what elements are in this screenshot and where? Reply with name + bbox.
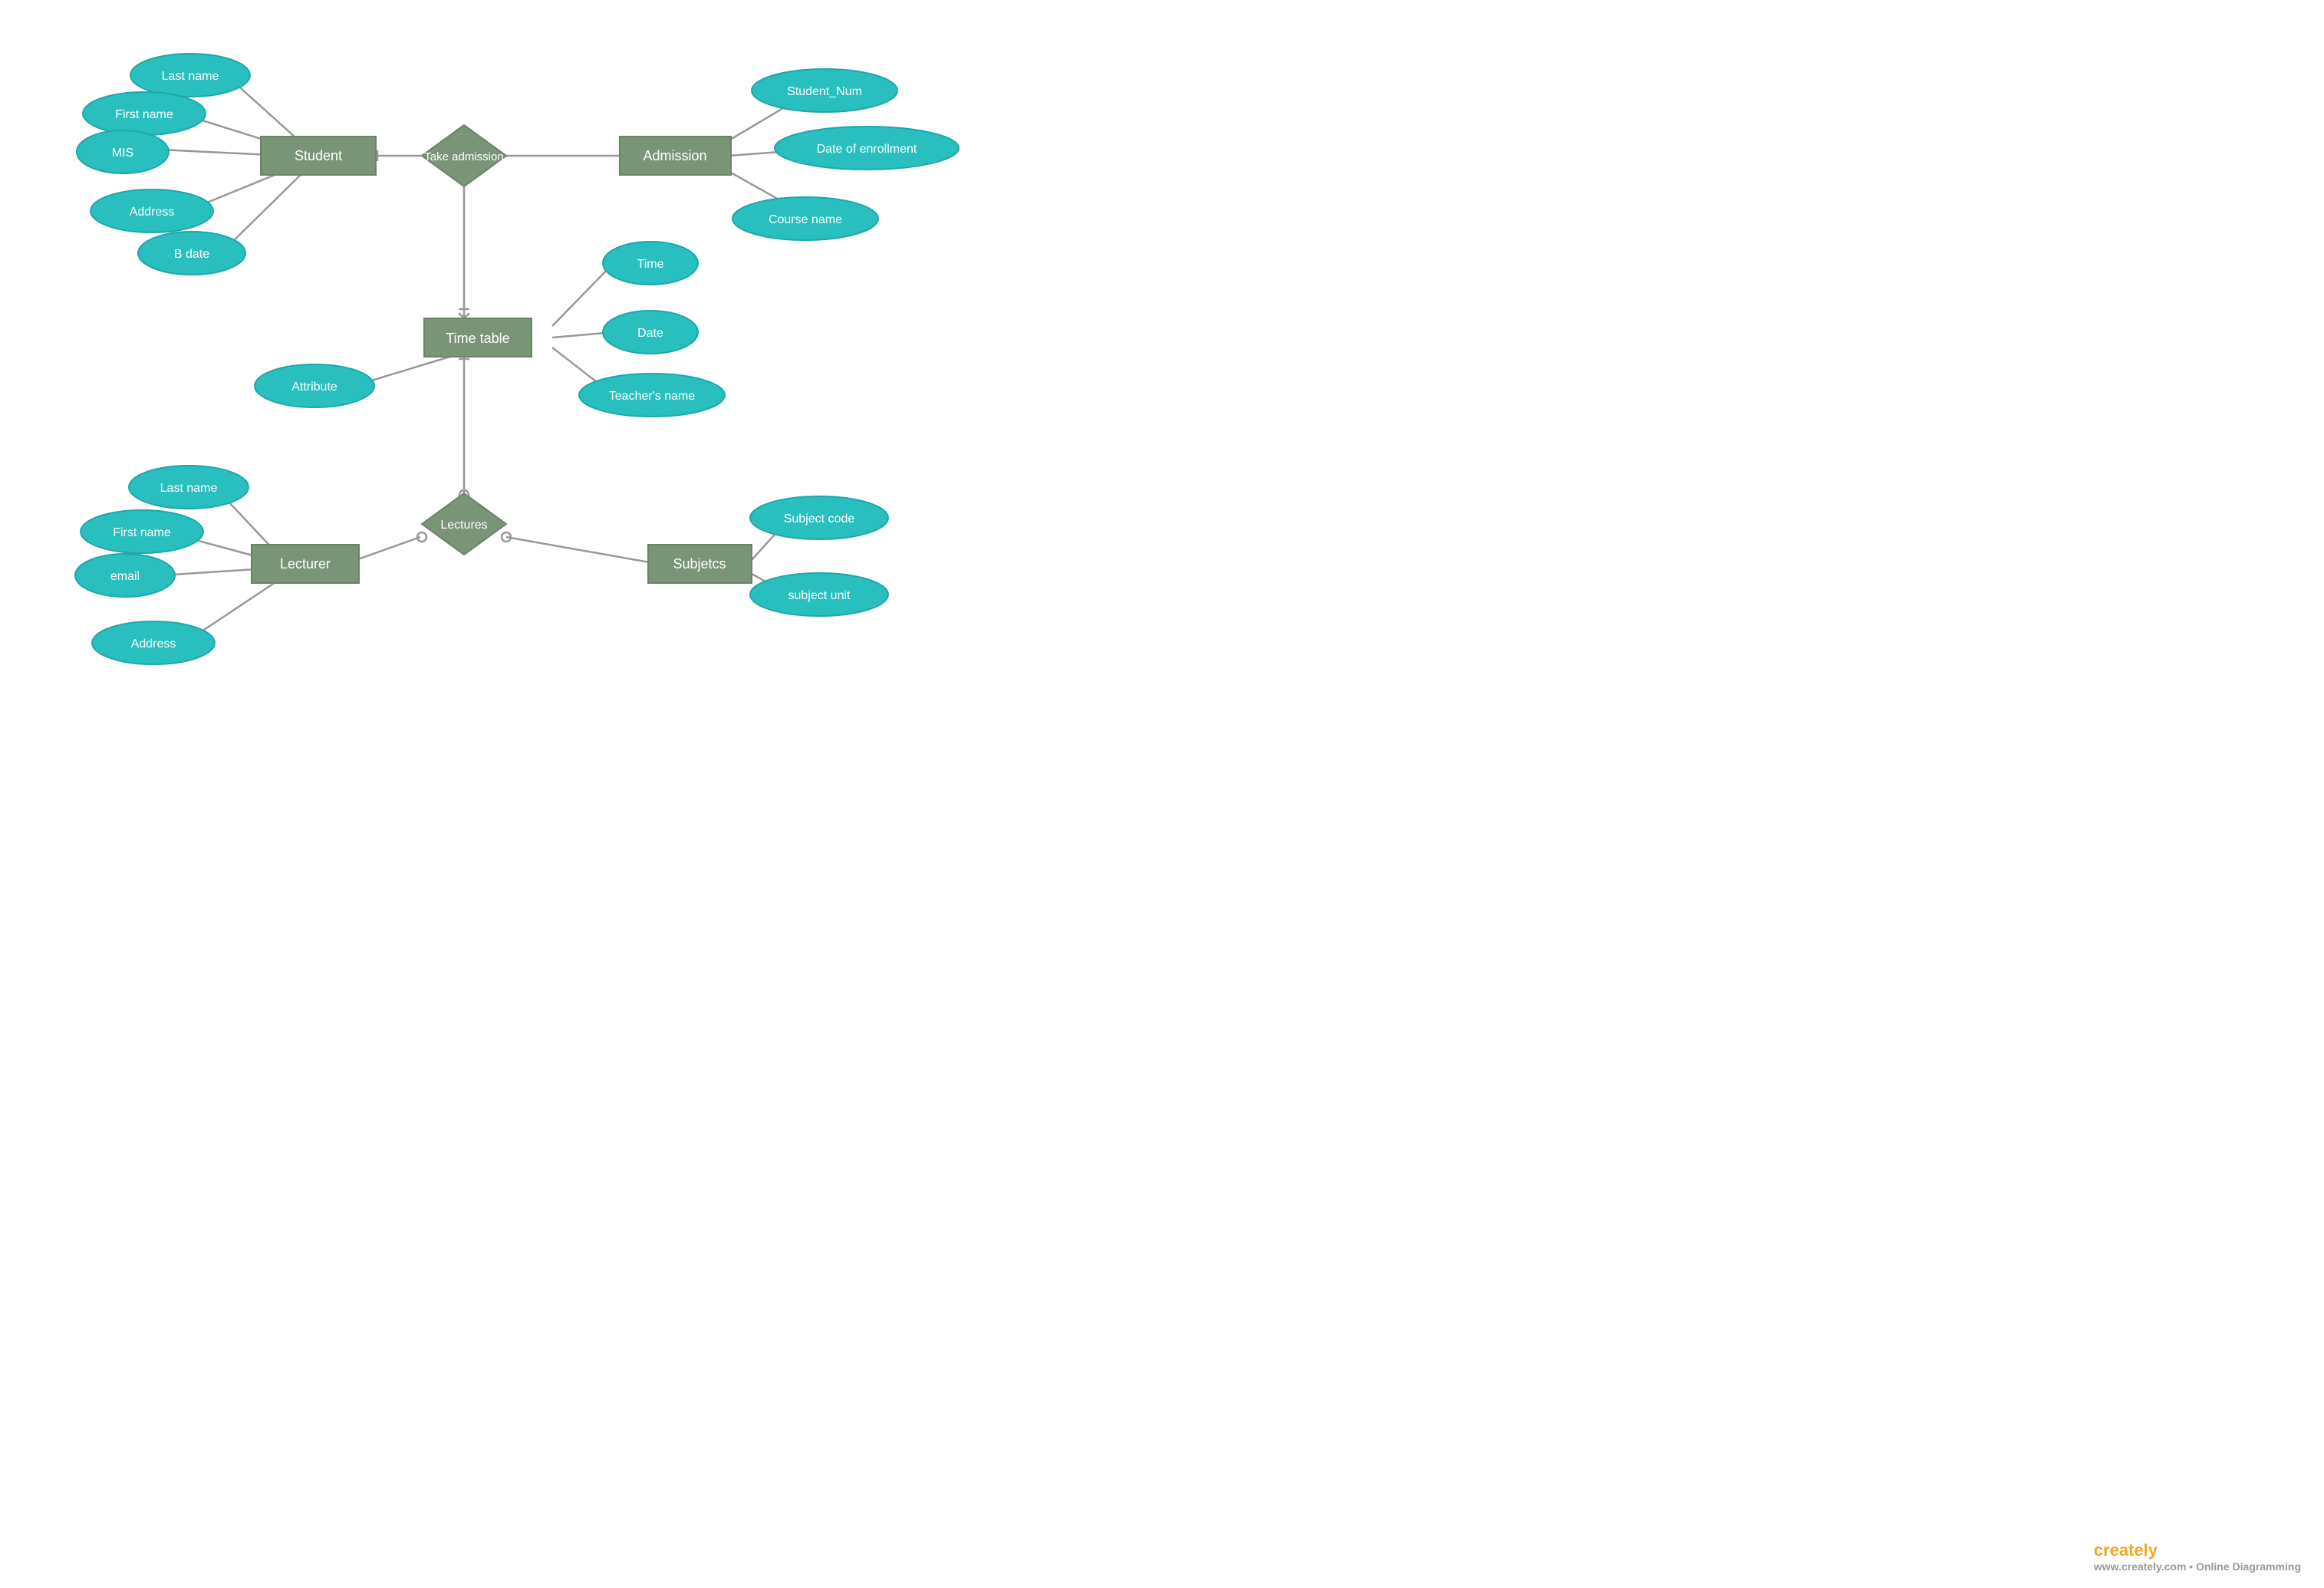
er-diagram: Student Admission Time table Lecturer Su…	[0, 0, 2324, 1588]
brand-name: creately	[2094, 1540, 2158, 1560]
attr-date-label: Date	[637, 327, 663, 340]
entity-lecturer-label: Lecturer	[280, 556, 331, 572]
conn-time-timetable	[552, 263, 614, 326]
entity-student-label: Student	[295, 148, 342, 163]
attr-subject-code-label: Subject code	[784, 512, 855, 525]
entity-subjetcs-label: Subjetcs	[673, 556, 726, 572]
attr-last-name-student-label: Last name	[162, 70, 219, 83]
entity-admission-label: Admission	[643, 148, 706, 163]
conn-lectures-subjetcs	[506, 537, 658, 564]
attr-address-student-label: Address	[130, 206, 175, 219]
attr-last-name-lecturer-label: Last name	[160, 482, 218, 495]
brand-tagline: www.creately.com • Online Diagramming	[2094, 1560, 2301, 1573]
rel-lectures-label: Lectures	[440, 519, 487, 532]
attr-date-enrollment-label: Date of enrollment	[817, 143, 917, 156]
attr-course-name-label: Course name	[769, 213, 842, 226]
conn-bdate-student	[222, 169, 307, 252]
rel-take-admission-label: Take admission	[424, 150, 503, 163]
entity-timetable-label: Time table	[446, 331, 509, 346]
attr-first-name-student-label: First name	[115, 108, 173, 121]
attr-address-lecturer-label: Address	[131, 638, 176, 651]
attr-time-label: Time	[637, 258, 664, 271]
attr-teacher-name-label: Teacher's name	[609, 390, 696, 403]
attr-student-num-label: Student_Num	[787, 85, 862, 98]
attr-attribute-label: Attribute	[291, 381, 337, 394]
attr-mis-label: MIS	[112, 147, 133, 160]
attr-first-name-lecturer-label: First name	[113, 526, 171, 539]
watermark: creately www.creately.com • Online Diagr…	[2094, 1540, 2301, 1573]
attr-email-label: email	[110, 570, 140, 583]
attr-subject-unit-label: subject unit	[788, 589, 851, 602]
attr-bdate-label: B date	[174, 248, 209, 261]
